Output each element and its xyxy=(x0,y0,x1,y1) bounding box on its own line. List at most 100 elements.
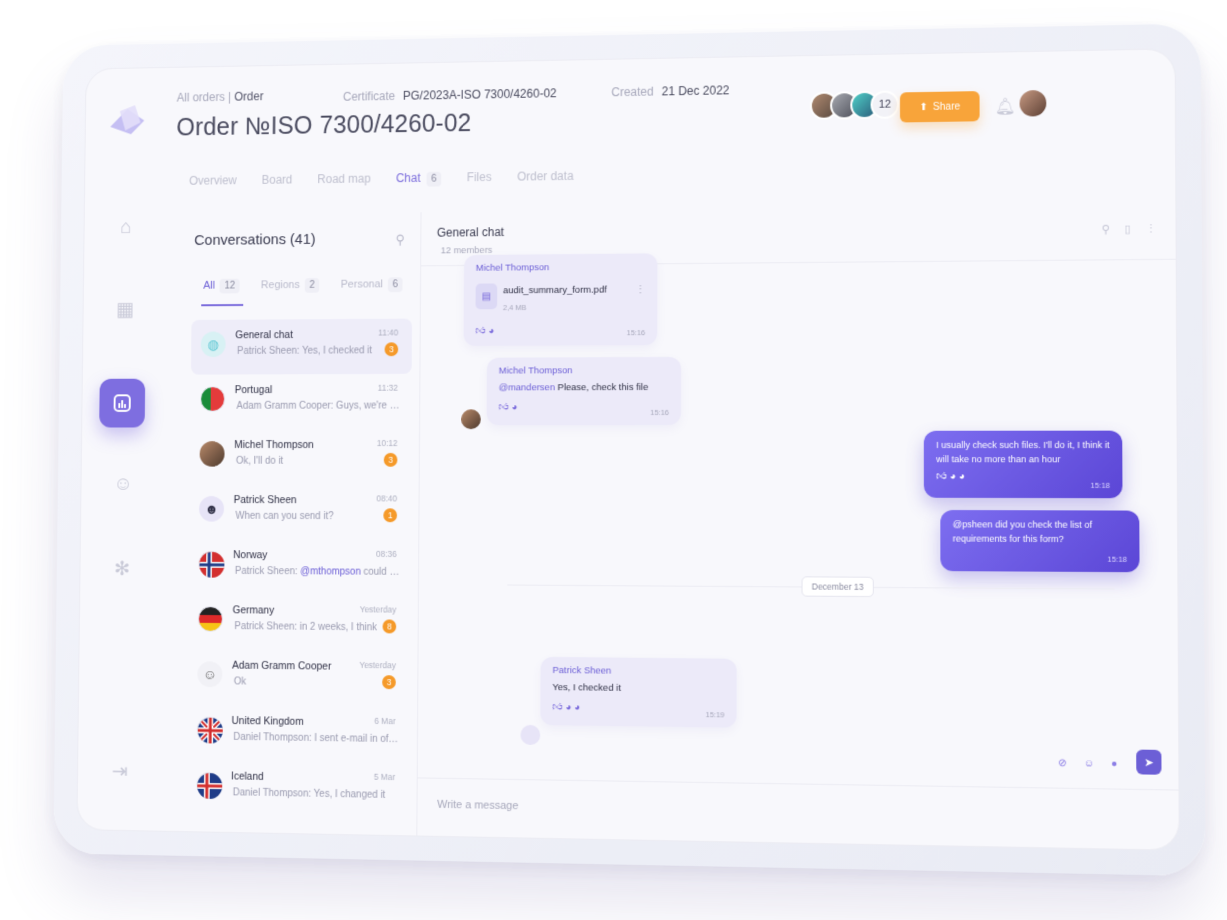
breadcrumb-separator: | xyxy=(228,90,232,104)
file-name: audit_summary_form.pdf xyxy=(503,284,607,297)
tab-road-map[interactable]: Road map xyxy=(317,172,371,188)
home-icon[interactable]: ⌂ xyxy=(113,213,140,240)
reactions[interactable]: 👍︎ ◕ xyxy=(498,401,668,413)
left-rail: ⌂ ▦ ☺ ✻ ⇥ xyxy=(77,68,169,831)
attach-icon[interactable]: ⊘ xyxy=(1058,758,1067,769)
chat-panel: General chat 12 members ⚲ ▯ ⋮ Michel Tho… xyxy=(417,204,1179,850)
chat-toolbar: ⚲ ▯ ⋮ xyxy=(1101,222,1156,236)
created-label: Created xyxy=(611,84,654,100)
message-input[interactable]: Write a message xyxy=(437,799,518,812)
message-bubble-outgoing: @psheen did you check the list of requir… xyxy=(940,509,1140,573)
user-avatar[interactable] xyxy=(1019,89,1047,117)
avatar xyxy=(520,724,541,746)
logo-icon xyxy=(110,105,145,135)
search-icon[interactable]: ⚲ xyxy=(1101,223,1109,236)
tablet-frame: ⌂ ▦ ☺ ✻ ⇥ All orders | Order Order №ISO … xyxy=(53,23,1206,877)
tab-order-data[interactable]: Order data xyxy=(517,169,574,186)
iceland-flag-icon xyxy=(196,771,223,800)
file-size: 2,4 MB xyxy=(502,303,527,313)
list-item[interactable]: United Kingdom Daniel Thompson: I sent e… xyxy=(187,705,409,764)
conversation-list: ◍ General chat Patrick Sheen: Yes, I che… xyxy=(186,318,413,820)
mic-icon[interactable]: ● xyxy=(1111,758,1117,769)
list-item[interactable]: Portugal Adam Gramm Cooper: Guys, we're … xyxy=(190,374,411,430)
message-composer[interactable]: Write a message xyxy=(417,777,1179,850)
unread-badge: 8 xyxy=(382,619,397,634)
calculator-icon[interactable]: ▦ xyxy=(112,295,139,322)
conversation-filters: All 12 Regions 2 Personal 6 xyxy=(203,277,403,294)
user-icon[interactable]: ☺ xyxy=(110,470,137,497)
message-author: Patrick Sheen xyxy=(552,664,612,677)
reactions[interactable]: 👍︎ ◕ ◕ xyxy=(552,701,724,715)
unread-badge: 1 xyxy=(383,508,398,523)
document-icon[interactable]: ▯ xyxy=(1124,223,1130,236)
app-screen: ⌂ ▦ ☺ ✻ ⇥ All orders | Order Order №ISO … xyxy=(76,48,1180,851)
date-separator: December 13 xyxy=(801,576,874,598)
message-text: @mandersen Please, check this file xyxy=(498,382,649,394)
germany-flag-icon xyxy=(197,606,224,632)
composer-tools: ⊘ ☺ ● xyxy=(1058,758,1117,770)
list-item[interactable]: ◍ General chat Patrick Sheen: Yes, I che… xyxy=(190,318,413,375)
list-item[interactable]: ☻ Patrick Sheen When can you send it? 08… xyxy=(189,484,411,540)
list-item[interactable]: Iceland Daniel Thompson: Yes, I changed … xyxy=(186,760,409,819)
reactions[interactable]: 👍︎ ◕ ◕ xyxy=(936,470,1110,482)
share-label: Share xyxy=(932,100,961,113)
portugal-flag-icon xyxy=(200,386,226,412)
conversations-title: Conversations (41) xyxy=(194,231,316,249)
message-author: Michel Thompson xyxy=(498,365,573,377)
chat-title: General chat xyxy=(436,225,505,240)
tab-chat[interactable]: Chat 6 xyxy=(396,171,442,187)
share-icon: ⬆ xyxy=(919,101,928,113)
share-button[interactable]: ⬆ Share xyxy=(899,91,980,123)
breadcrumb: All orders | Order xyxy=(177,89,264,104)
unread-badge: 3 xyxy=(384,342,399,357)
tab-overview[interactable]: Overview xyxy=(189,173,237,189)
participants[interactable]: 12 xyxy=(809,90,899,123)
globe-icon: ◍ xyxy=(200,331,226,358)
message-text: @psheen did you check the list of requir… xyxy=(952,519,1093,544)
emoji-icon[interactable]: ☺ xyxy=(1084,758,1095,770)
uk-flag-icon xyxy=(196,716,222,743)
avatar xyxy=(199,441,225,467)
message-bubble: Patrick Sheen Yes, I checked it 👍︎ ◕ ◕ 1… xyxy=(540,656,737,728)
list-item[interactable]: ☺ Adam Gramm Cooper Ok Yesterday 3 xyxy=(188,649,410,707)
list-item[interactable]: Norway Patrick Sheen: @mthompson could y… xyxy=(189,539,411,596)
file-attachment[interactable]: ▤ audit_summary_form.pdf 2,4 MB ⋮ xyxy=(475,280,645,317)
filter-personal[interactable]: Personal 6 xyxy=(341,277,403,293)
filter-regions[interactable]: Regions 2 xyxy=(261,277,320,293)
filter-underline xyxy=(201,304,244,307)
certificate-meta: Certificate PG/2023A-ISO 7300/4260-02 xyxy=(343,86,557,103)
mention[interactable]: @mandersen xyxy=(499,382,555,393)
norway-flag-icon xyxy=(198,551,225,578)
tab-files[interactable]: Files xyxy=(467,170,492,186)
message-time: 15:16 xyxy=(650,407,669,417)
page-title: Order №ISO 7300/4260-02 xyxy=(176,109,472,142)
list-item[interactable]: Germany Patrick Sheen: in 2 weeks, I thi… xyxy=(188,594,410,651)
more-icon[interactable]: ⋮ xyxy=(635,284,645,295)
message-time: 15:16 xyxy=(626,328,646,338)
tab-board[interactable]: Board xyxy=(262,173,293,189)
analytics-icon[interactable] xyxy=(99,378,146,428)
avatar xyxy=(461,409,481,430)
bell-icon[interactable]: 🔔︎ xyxy=(995,97,1016,117)
reactions[interactable]: 👍︎ ◕ xyxy=(475,324,645,337)
send-button[interactable]: ➤ xyxy=(1136,749,1162,775)
created-value: 21 Dec 2022 xyxy=(661,83,730,99)
mention[interactable]: @mthompson xyxy=(300,566,361,577)
certificate-label: Certificate xyxy=(342,89,396,104)
send-icon: ➤ xyxy=(1143,756,1154,769)
gear-icon[interactable]: ✻ xyxy=(109,554,136,582)
message-time: 15:19 xyxy=(705,710,725,720)
list-item[interactable]: Michel Thompson Ok, I'll do it 10:12 3 xyxy=(190,429,411,484)
more-icon[interactable]: ⋮ xyxy=(1145,222,1157,235)
breadcrumb-current: Order xyxy=(234,89,264,104)
message-bubble: Michel Thompson ▤ audit_summary_form.pdf… xyxy=(463,253,658,346)
message-author: Michel Thompson xyxy=(475,262,550,274)
file-icon: ▤ xyxy=(475,283,498,310)
logout-icon[interactable]: ⇥ xyxy=(106,757,133,785)
search-icon[interactable]: ⚲ xyxy=(395,232,404,248)
breadcrumb-root[interactable]: All orders xyxy=(177,90,225,104)
unread-badge: 3 xyxy=(383,452,398,467)
certificate-value: PG/2023A-ISO 7300/4260-02 xyxy=(402,86,557,103)
filter-all[interactable]: All 12 xyxy=(203,278,240,294)
message-text: I usually check such files. I'll do it, … xyxy=(936,439,1110,464)
